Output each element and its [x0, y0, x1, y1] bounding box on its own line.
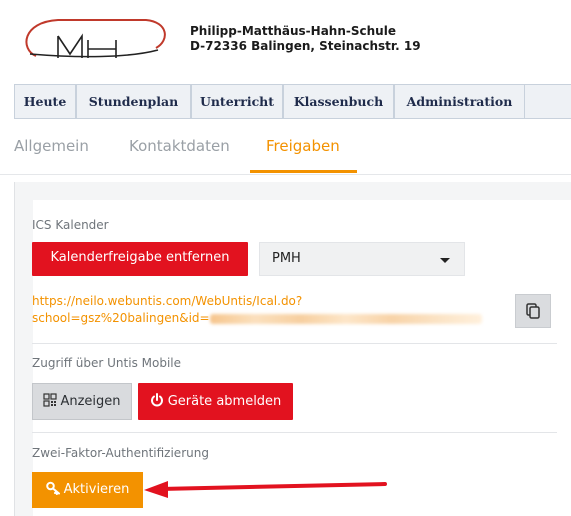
ics-link-line1: https://neilo.webuntis.com/WebUntis/Ical…: [32, 294, 303, 308]
logout-devices-button[interactable]: Geräte abmelden: [138, 383, 293, 420]
calendar-select-value: PMH: [272, 251, 301, 266]
school-address: D-72336 Balingen, Steinachstr. 19: [190, 39, 421, 53]
section-divider: [32, 343, 557, 344]
mobile-section-title: Zugriff über Untis Mobile: [32, 356, 182, 370]
remove-calendar-share-button[interactable]: Kalenderfreigabe entfernen: [32, 242, 248, 276]
school-header: Philipp-Matthäus-Hahn-Schule D-72336 Bal…: [190, 24, 421, 54]
key-icon: [45, 481, 60, 495]
school-logo: [18, 14, 168, 64]
redacted-token: [209, 313, 482, 324]
active-tab-indicator: [250, 170, 357, 173]
nav-item-unterricht[interactable]: Unterricht: [191, 85, 283, 118]
top-navigation: Heute Stundenplan Unterricht Klassenbuch…: [14, 84, 571, 119]
copy-link-button[interactable]: [515, 294, 551, 328]
activate-2fa-button[interactable]: Aktivieren: [32, 472, 143, 508]
caret-down-icon: [440, 258, 450, 263]
ics-link[interactable]: https://neilo.webuntis.com/WebUntis/Ical…: [32, 293, 502, 327]
ics-section-title: ICS Kalender: [32, 218, 109, 232]
profile-tabs: Allgemein Kontaktdaten Freigaben: [0, 124, 571, 175]
show-button-label: Anzeigen: [60, 394, 121, 409]
nav-item-stundenplan[interactable]: Stundenplan: [76, 85, 191, 118]
section-divider: [32, 432, 557, 433]
school-name: Philipp-Matthäus-Hahn-Schule: [190, 24, 396, 38]
content-panel: [14, 182, 571, 516]
logout-button-label: Geräte abmelden: [167, 394, 282, 409]
twofa-section-title: Zwei-Faktor-Authentifizierung: [32, 446, 209, 460]
tab-kontaktdaten[interactable]: Kontaktdaten: [129, 137, 230, 155]
power-icon: [150, 393, 163, 407]
nav-item-klassenbuch[interactable]: Klassenbuch: [283, 85, 394, 118]
school-logo-graphic: [25, 19, 166, 58]
tab-allgemein[interactable]: Allgemein: [14, 137, 89, 155]
ics-link-line2: school=gsz%20balingen&id=: [32, 311, 210, 325]
nav-item-administration[interactable]: Administration: [394, 85, 525, 118]
copy-icon: [526, 303, 540, 319]
qr-code-icon: [43, 393, 58, 407]
show-qr-button[interactable]: Anzeigen: [32, 383, 132, 420]
nav-item-heute[interactable]: Heute: [14, 85, 76, 118]
calendar-select[interactable]: PMH: [259, 242, 465, 276]
tab-freigaben[interactable]: Freigaben: [266, 137, 340, 155]
activate-button-label: Aktivieren: [63, 482, 130, 497]
